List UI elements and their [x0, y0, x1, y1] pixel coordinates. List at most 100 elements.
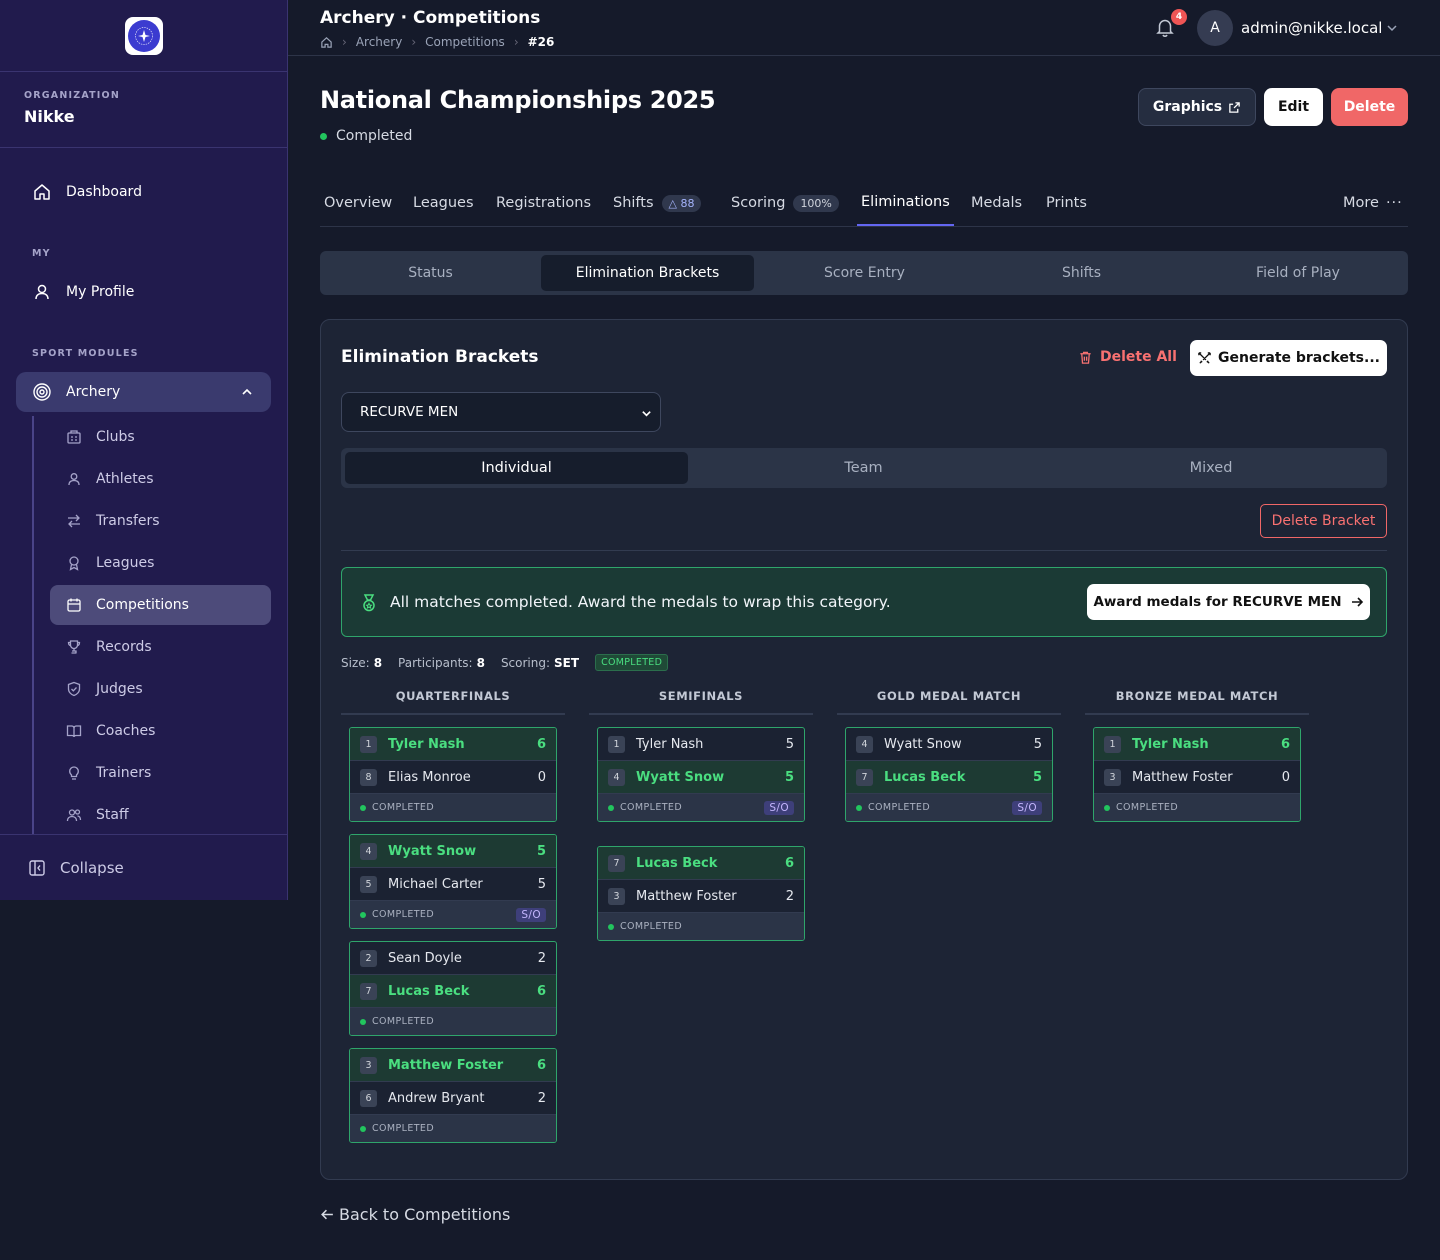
nav-archery[interactable]: Archery — [16, 372, 271, 412]
competitor-row: 1 Tyler Nash 5 — [598, 728, 804, 761]
seed-badge: 2 — [360, 949, 377, 967]
tab-medals[interactable]: Medals — [967, 180, 1026, 226]
award-medals-button[interactable]: Award medals for RECURVE MEN — [1087, 584, 1370, 620]
award-icon — [69, 556, 79, 571]
round-header-gold: GOLD MEDAL MATCH — [837, 689, 1061, 715]
competitor-name: Elias Monroe — [388, 769, 471, 785]
shifts-warning-badge: △ 88 — [661, 194, 702, 212]
delete-bracket-button[interactable]: Delete Bracket — [1260, 504, 1387, 538]
warning-triangle-icon: △ — [668, 196, 677, 210]
graphics-button[interactable]: Graphics — [1138, 88, 1256, 126]
match-status: COMPLETED — [350, 1115, 556, 1142]
segment-team[interactable]: Team — [692, 452, 1035, 484]
match-card[interactable]: 7 Lucas Beck 6 3 Matthew Foster 2 COMPLETED — [597, 846, 805, 941]
match-card[interactable]: 1 Tyler Nash 5 4 Wyatt Snow 5 COMPLETED S/O — [597, 727, 805, 822]
sidebar-item-staff[interactable]: Staff — [50, 795, 271, 835]
seed-badge: 5 — [360, 875, 377, 893]
status-label: Completed — [336, 128, 413, 144]
generate-brackets-button[interactable]: Generate brackets... — [1190, 340, 1387, 376]
competitor-score: 5 — [537, 876, 546, 892]
seed-badge: 4 — [608, 768, 625, 786]
org-logo[interactable] — [124, 16, 163, 55]
status-badge: COMPLETED — [595, 654, 669, 671]
segment-individual[interactable]: Individual — [345, 452, 688, 484]
sidebar-item-coaches[interactable]: Coaches — [50, 711, 271, 751]
match-card[interactable]: 1 Tyler Nash 6 8 Elias Monroe 0 COMPLETED — [349, 727, 557, 822]
sidebar-item-records[interactable]: Records — [50, 627, 271, 667]
user-email[interactable]: admin@nikke.local — [1241, 19, 1382, 37]
competitor-name: Sean Doyle — [388, 950, 462, 966]
card-title: Elimination Brackets — [341, 347, 539, 367]
sidebar-item-trainers[interactable]: Trainers — [50, 753, 271, 793]
main-tabs: Overview Leagues Registrations Shifts △ … — [320, 180, 1408, 227]
delete-all-button[interactable]: Delete All — [1078, 349, 1177, 365]
tab-shifts[interactable]: Shifts △ 88 — [609, 180, 705, 226]
sidebar-item-leagues[interactable]: Leagues — [50, 543, 271, 583]
tab-leagues[interactable]: Leagues — [409, 180, 478, 226]
avatar[interactable]: A — [1197, 10, 1233, 46]
competitor-name: Tyler Nash — [1132, 736, 1209, 752]
category-select[interactable]: RECURVE MEN — [341, 392, 661, 432]
subtab-status[interactable]: Status — [324, 255, 537, 291]
seed-badge: 6 — [360, 1089, 377, 1107]
seed-badge: 3 — [360, 1056, 377, 1074]
tab-label: Shifts — [613, 195, 654, 211]
sidebar-item-transfers[interactable]: Transfers — [50, 501, 271, 541]
shoot-off-badge: S/O — [764, 800, 794, 815]
tab-overview[interactable]: Overview — [320, 180, 396, 226]
round-header-bronze: BRONZE MEDAL MATCH — [1085, 689, 1309, 715]
match-status-label: COMPLETED — [868, 802, 931, 813]
user-icon — [35, 284, 49, 300]
round-header-quarterfinals: QUARTERFINALS — [341, 689, 565, 715]
tab-label: Leagues — [413, 195, 474, 211]
top-bar: Archery · Competitions › Archery › Compe… — [288, 0, 1440, 56]
sidebar-item-judges[interactable]: Judges — [50, 669, 271, 709]
segment-mixed[interactable]: Mixed — [1039, 452, 1383, 484]
subtab-score-entry[interactable]: Score Entry — [758, 255, 971, 291]
nav-my-profile[interactable]: My Profile — [16, 272, 271, 312]
match-status: COMPLETED S/O — [350, 901, 556, 928]
bracket-meta: Size: 8 Participants: 8 Scoring: SET COMPLE… — [341, 654, 669, 671]
sidebar-item-label: Trainers — [96, 765, 152, 781]
subtab-elimination-brackets[interactable]: Elimination Brackets — [541, 255, 754, 291]
competitor-row: 1 Tyler Nash 6 — [1094, 728, 1300, 761]
edit-button[interactable]: Edit — [1264, 88, 1323, 126]
tab-scoring[interactable]: Scoring 100% — [727, 180, 843, 226]
subtab-field-of-play[interactable]: Field of Play — [1192, 255, 1404, 291]
user-menu-chevron[interactable] — [1386, 22, 1398, 34]
match-status-label: COMPLETED — [372, 1016, 435, 1027]
shoot-off-badge: S/O — [1012, 800, 1042, 815]
competitor-name: Lucas Beck — [884, 769, 966, 785]
breadcrumb-archery[interactable]: Archery — [356, 35, 403, 49]
delete-button[interactable]: Delete — [1331, 88, 1408, 126]
nav-dashboard[interactable]: Dashboard — [16, 172, 271, 212]
competitor-score: 6 — [536, 1057, 546, 1073]
meta-size-value: 8 — [373, 655, 383, 670]
back-link[interactable]: Back to Competitions — [320, 1205, 510, 1224]
organization-block: ORGANIZATION Nikke — [0, 72, 287, 148]
match-card[interactable]: 2 Sean Doyle 2 7 Lucas Beck 6 COMPLETED — [349, 941, 557, 1036]
home-icon[interactable] — [320, 36, 333, 49]
sidebar-item-competitions[interactable]: Competitions — [50, 585, 271, 625]
meta-size-label: Size: — [341, 655, 370, 670]
subtab-shifts[interactable]: Shifts — [975, 255, 1188, 291]
tab-registrations[interactable]: Registrations — [492, 180, 595, 226]
more-dots-icon: ··· — [1385, 195, 1403, 211]
panel-collapse-icon — [29, 859, 45, 876]
collapse-button[interactable]: Collapse — [0, 834, 287, 900]
tab-more[interactable]: More ··· — [1339, 180, 1407, 226]
tab-prints[interactable]: Prints — [1042, 180, 1091, 226]
competitor-score: 6 — [536, 736, 546, 752]
match-card[interactable]: 3 Matthew Foster 6 6 Andrew Bryant 2 COMPLETED — [349, 1048, 557, 1143]
tab-eliminations[interactable]: Eliminations — [857, 180, 954, 226]
sidebar-item-clubs[interactable]: Clubs — [50, 417, 271, 457]
seed-badge: 4 — [360, 842, 377, 860]
breadcrumb-competitions[interactable]: Competitions — [425, 35, 505, 49]
building-icon — [67, 430, 81, 444]
competitor-row: 4 Wyatt Snow 5 — [598, 761, 804, 794]
match-card[interactable]: 4 Wyatt Snow 5 5 Michael Carter 5 COMPLETED S/O — [349, 834, 557, 929]
match-card[interactable]: 1 Tyler Nash 6 3 Matthew Foster 0 COMPLETED — [1093, 727, 1301, 822]
competitor-row: 5 Michael Carter 5 — [350, 868, 556, 901]
sidebar-item-athletes[interactable]: Athletes — [50, 459, 271, 499]
match-card[interactable]: 4 Wyatt Snow 5 7 Lucas Beck 5 COMPLETED S/O — [845, 727, 1053, 822]
